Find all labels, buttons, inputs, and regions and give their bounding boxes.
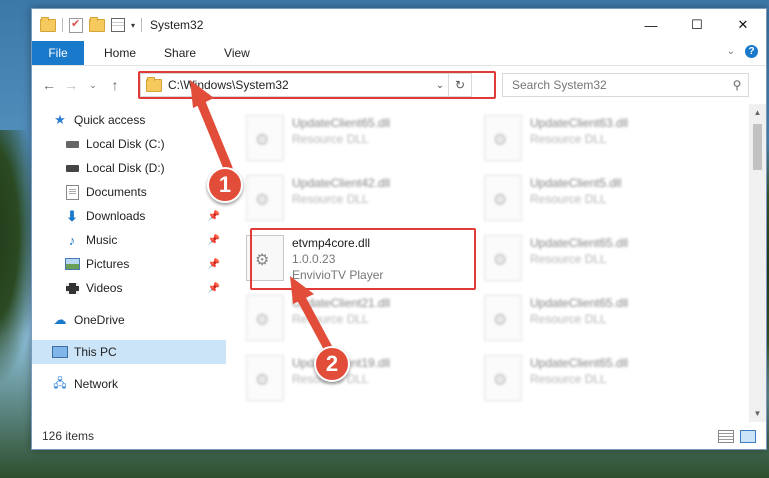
arrow-2-shaft <box>295 291 333 353</box>
step-2-badge: 2 <box>314 346 350 382</box>
step-1-badge: 1 <box>207 167 243 203</box>
annotation-arrows <box>190 80 333 353</box>
arrow-1-shaft <box>195 95 233 173</box>
